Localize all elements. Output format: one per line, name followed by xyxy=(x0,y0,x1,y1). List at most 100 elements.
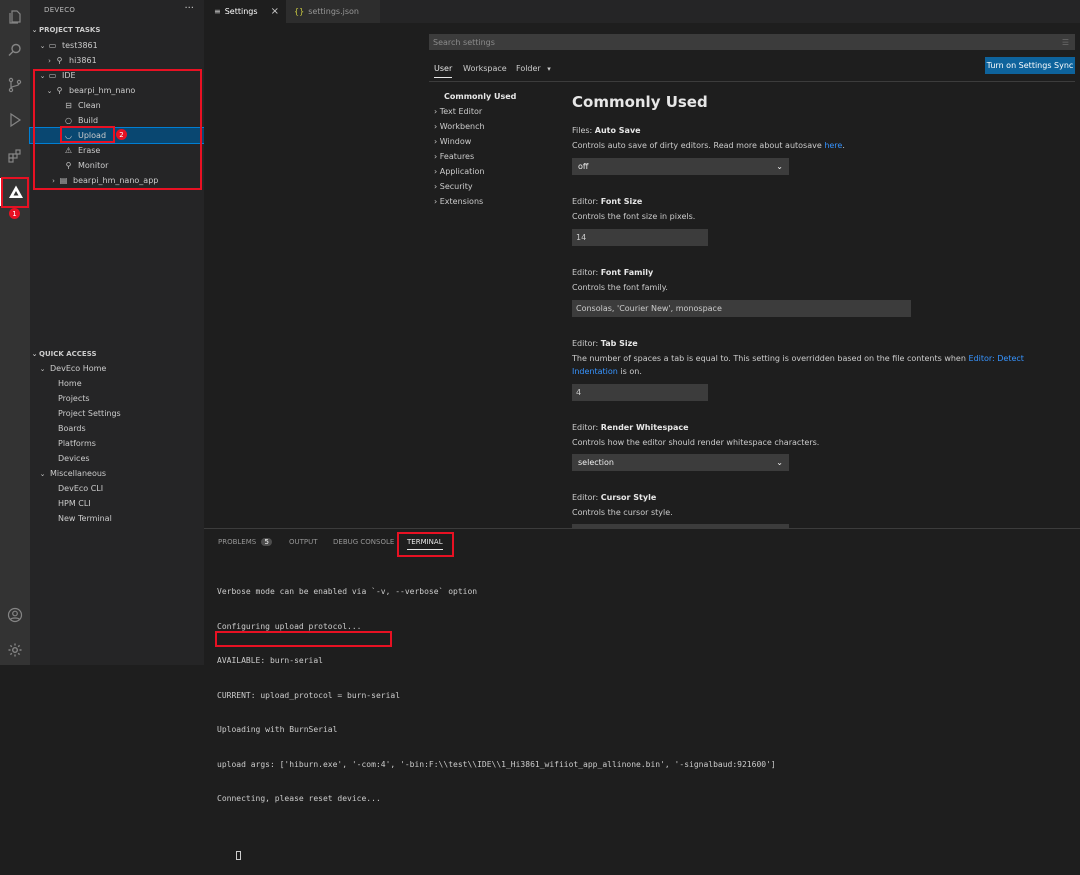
source-control-icon[interactable] xyxy=(0,71,30,99)
problems-count-badge: 5 xyxy=(261,538,272,546)
tree-label: Devices xyxy=(58,454,90,463)
tree-label: DevEco CLI xyxy=(58,484,104,493)
setting-auto-save-title: Files: Auto Save xyxy=(572,126,641,135)
panel-tab-problems[interactable]: PROBLEMS 5 xyxy=(218,538,272,546)
toc-features[interactable]: › Features xyxy=(434,152,474,161)
chevron-right-icon: › xyxy=(434,197,438,206)
extensions-icon[interactable] xyxy=(0,142,30,170)
chevron-down-icon: ⌄ xyxy=(31,350,38,358)
toc-extensions[interactable]: › Extensions xyxy=(434,197,483,206)
more-actions-icon[interactable]: ··· xyxy=(184,3,194,14)
panel-tab-output[interactable]: OUTPUT xyxy=(289,538,318,546)
filter-icon[interactable]: ☰ xyxy=(1062,38,1069,47)
manage-gear-icon[interactable] xyxy=(0,636,30,664)
pin-icon: ⚲ xyxy=(56,56,63,65)
setting-cursor-style-title: Editor: Cursor Style xyxy=(572,493,657,502)
section-project-tasks[interactable]: ⌄ PROJECT TASKS xyxy=(30,23,204,37)
tab-label: settings.json xyxy=(308,7,359,16)
divider xyxy=(429,81,1075,82)
terminal-line: Connecting, please reset device... xyxy=(217,794,381,803)
step-badge-2: 2 xyxy=(116,129,127,140)
chevron-right-icon: › xyxy=(434,107,438,116)
quick-miscellaneous[interactable]: ⌄ Miscellaneous xyxy=(30,466,212,481)
sidebar: DEVECO ··· ⌄ PROJECT TASKS ⌄ ▭ test3861 … xyxy=(29,0,238,665)
toc-label: Workbench xyxy=(439,122,485,131)
quick-devices[interactable]: Devices xyxy=(30,451,232,466)
scope-tab-folder[interactable]: Folder ▾ xyxy=(516,64,551,73)
chevron-down-icon: ⌄ xyxy=(39,41,46,50)
autosave-link[interactable]: here xyxy=(824,141,842,150)
tab-size-input[interactable]: 4 xyxy=(572,384,708,401)
search-icon[interactable] xyxy=(0,36,30,64)
tree-label: Projects xyxy=(58,394,90,403)
editor-tabs: ≡ Settings × {} settings.json xyxy=(204,0,1080,23)
font-family-input[interactable]: Consolas, 'Courier New', monospace xyxy=(572,300,911,317)
quick-new-terminal[interactable]: New Terminal xyxy=(30,511,232,526)
turn-on-settings-sync-button[interactable]: Turn on Settings Sync xyxy=(985,57,1075,74)
section-label: PROJECT TASKS xyxy=(39,26,101,34)
chevron-down-icon: ⌄ xyxy=(39,364,46,373)
activity-bar: 1 xyxy=(0,0,30,665)
tree-label: Boards xyxy=(58,424,86,433)
quick-hpm-cli[interactable]: HPM CLI xyxy=(30,496,232,511)
toc-workbench[interactable]: › Workbench xyxy=(434,122,485,131)
settings-editor: Search settings ☰ User Workspace Folder … xyxy=(204,23,1080,528)
chevron-right-icon: › xyxy=(434,152,438,161)
chevron-right-icon: › xyxy=(48,56,51,65)
quick-boards[interactable]: Boards xyxy=(30,421,232,436)
quick-deveco-home[interactable]: ⌄ DevEco Home xyxy=(30,361,212,376)
scope-tab-workspace[interactable]: Workspace xyxy=(463,64,507,73)
tree-label: Home xyxy=(58,379,82,388)
tab-settings-json[interactable]: {} settings.json xyxy=(286,0,380,23)
highlight-box-deveco xyxy=(1,177,29,208)
chevron-down-icon: ⌄ xyxy=(776,458,783,467)
chevron-right-icon: › xyxy=(434,167,438,176)
panel-tab-label: PROBLEMS xyxy=(218,538,257,546)
terminal-output[interactable]: Verbose mode can be enabled via `-v, --v… xyxy=(217,563,776,875)
quick-projects[interactable]: Projects xyxy=(30,391,232,406)
toc-commonly-used[interactable]: Commonly Used xyxy=(444,92,516,101)
step-badge-1: 1 xyxy=(9,208,20,219)
quick-home[interactable]: Home xyxy=(30,376,232,391)
run-debug-icon[interactable] xyxy=(0,106,30,134)
quick-project-settings[interactable]: Project Settings xyxy=(30,406,232,421)
tree-item-hi3861[interactable]: › ⚲ hi3861 xyxy=(30,53,219,68)
folder-icon: ▭ xyxy=(48,41,57,50)
quick-platforms[interactable]: Platforms xyxy=(30,436,232,451)
tree-item-test3861[interactable]: ⌄ ▭ test3861 xyxy=(30,38,212,53)
toc-application[interactable]: › Application xyxy=(434,167,484,176)
settings-heading: Commonly Used xyxy=(572,93,708,111)
chevron-down-icon: ▾ xyxy=(547,65,551,73)
scope-folder-label: Folder xyxy=(516,64,541,73)
files-icon[interactable] xyxy=(0,3,30,31)
settings-file-icon: ≡ xyxy=(214,7,221,16)
section-quick-access[interactable]: ⌄ QUICK ACCESS xyxy=(30,347,204,361)
toc-label: Text Editor xyxy=(439,107,483,116)
highlight-box-terminal xyxy=(397,532,454,557)
terminal-line: CURRENT: upload_protocol = burn-serial xyxy=(217,690,401,700)
toc-text-editor[interactable]: › Text Editor xyxy=(434,107,482,116)
render-whitespace-select[interactable]: selection ⌄ xyxy=(572,454,789,471)
scope-tab-user[interactable]: User xyxy=(434,64,453,78)
tree-label: Miscellaneous xyxy=(50,469,107,478)
tree-label: hi3861 xyxy=(69,56,97,65)
close-icon[interactable]: × xyxy=(271,6,279,17)
chevron-down-icon: ⌄ xyxy=(39,469,46,478)
search-settings-input[interactable]: Search settings ☰ xyxy=(429,34,1075,50)
tree-label: DevEco Home xyxy=(50,364,107,373)
quick-deveco-cli[interactable]: DevEco CLI xyxy=(30,481,232,496)
panel-tab-debug-console[interactable]: DEBUG CONSOLE xyxy=(333,538,394,546)
toc-security[interactable]: › Security xyxy=(434,182,473,191)
font-size-input[interactable]: 14 xyxy=(572,229,708,246)
select-value: selection xyxy=(578,458,614,467)
account-icon[interactable] xyxy=(0,601,30,629)
toc-window[interactable]: › Window xyxy=(434,137,471,146)
auto-save-select[interactable]: off ⌄ xyxy=(572,158,789,175)
tab-settings[interactable]: ≡ Settings × xyxy=(204,0,286,23)
setting-font-family-title: Editor: Font Family xyxy=(572,268,654,277)
select-value: off xyxy=(578,162,589,171)
tab-label: Settings xyxy=(224,7,258,16)
toc-label: Extensions xyxy=(439,197,484,206)
section-label: QUICK ACCESS xyxy=(39,350,97,358)
